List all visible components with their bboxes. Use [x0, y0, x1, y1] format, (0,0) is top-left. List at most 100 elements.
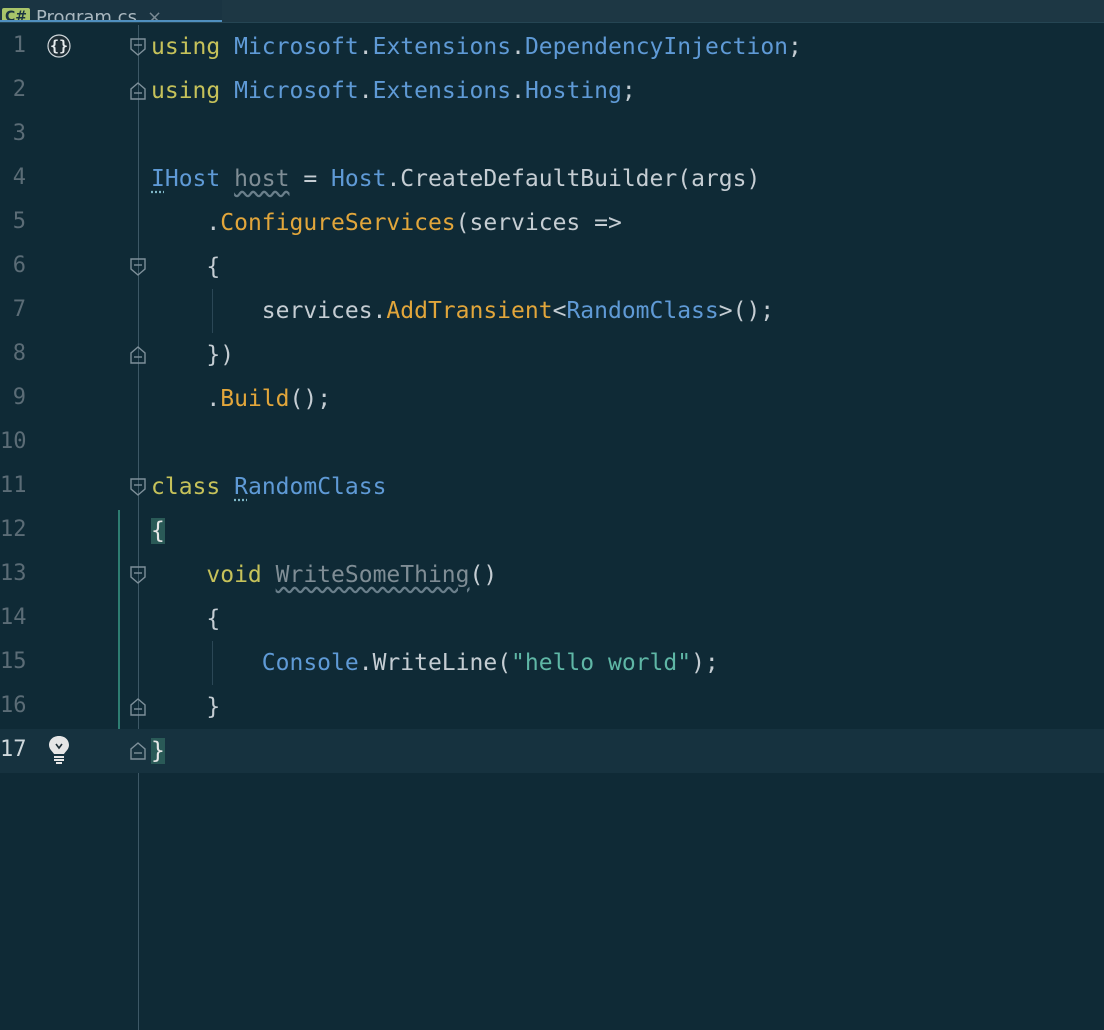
code-token: Console: [261, 650, 359, 676]
code-text[interactable]: class RandomClass: [151, 472, 386, 502]
code-token: "hello world": [511, 650, 692, 676]
code-line[interactable]: 13 void WriteSomeThing(): [0, 553, 1104, 597]
code-token: Extensions: [372, 78, 512, 104]
code-line[interactable]: 2 using Microsoft.Extensions.Hosting;: [0, 69, 1104, 113]
fold-collapse-icon[interactable]: [129, 565, 147, 585]
line-number: 5: [12, 209, 26, 234]
code-token: }: [151, 738, 165, 764]
fold-collapse-icon[interactable]: [129, 477, 147, 497]
code-text[interactable]: {: [151, 604, 220, 634]
code-token: AddTransient: [386, 298, 553, 324]
code-token: .CreateDefaultBuilder(args): [386, 166, 761, 192]
line-number: 11: [0, 473, 27, 498]
code-token: .: [151, 386, 221, 412]
code-text[interactable]: .ConfigureServices(services =>: [151, 208, 622, 238]
code-token: .: [358, 78, 373, 104]
code-text[interactable]: }): [151, 340, 234, 370]
code-text[interactable]: IHost host = Host.CreateDefaultBuilder(a…: [151, 164, 760, 194]
code-token: Host: [331, 166, 387, 192]
code-text[interactable]: {: [151, 516, 165, 546]
code-token: Hosting: [524, 78, 622, 104]
code-token: .: [511, 34, 525, 60]
editor-tab-bar: C# Program.cs ×: [0, 0, 1104, 23]
code-token: R: [234, 474, 248, 500]
code-token: ;: [788, 34, 802, 60]
line-number: 3: [12, 121, 26, 146]
line-number: 4: [12, 165, 26, 190]
code-line[interactable]: 10: [0, 421, 1104, 465]
code-token: }): [151, 342, 235, 368]
code-token: (services =>: [455, 210, 622, 236]
code-token: DependencyInjection: [524, 34, 789, 60]
code-token: (): [469, 562, 498, 588]
code-token: Build: [220, 386, 290, 412]
fold-collapse-icon[interactable]: [129, 257, 147, 277]
line-number: 8: [12, 341, 26, 366]
code-line[interactable]: 4 IHost host = Host.CreateDefaultBuilder(…: [0, 157, 1104, 201]
code-line[interactable]: 14 {: [0, 597, 1104, 641]
namespace-braces-icon[interactable]: {}: [46, 31, 72, 61]
code-text[interactable]: using Microsoft.Extensions.DependencyInj…: [151, 32, 802, 62]
code-text[interactable]: void WriteSomeThing(): [151, 560, 497, 590]
code-token: {: [151, 518, 165, 544]
code-editor[interactable]: 1 {} using Microsoft.Extensions.Dependency…: [0, 25, 1104, 1030]
code-token: {: [151, 254, 221, 280]
line-number: 2: [12, 77, 26, 102]
code-text[interactable]: }: [151, 736, 165, 766]
code-token: .: [151, 210, 221, 236]
code-text[interactable]: {: [151, 252, 220, 282]
code-token: ();: [289, 386, 332, 412]
code-token: >();: [718, 298, 775, 324]
line-number: 15: [0, 649, 27, 674]
code-token: using: [151, 34, 221, 60]
line-number: 10: [0, 429, 27, 454]
line-number: 7: [12, 297, 26, 322]
code-text[interactable]: services.AddTransient<RandomClass>();: [151, 296, 774, 326]
code-token: .: [358, 34, 373, 60]
code-line[interactable]: 5 .ConfigureServices(services =>: [0, 201, 1104, 245]
fold-end-icon[interactable]: [129, 697, 147, 717]
code-token: andomClass: [247, 474, 387, 500]
fold-collapse-icon[interactable]: [129, 37, 147, 57]
tab-program-cs[interactable]: C# Program.cs ×: [0, 0, 222, 22]
line-number: 17: [0, 737, 27, 762]
code-token: Extensions: [372, 34, 512, 60]
code-line[interactable]: 1 {} using Microsoft.Extensions.Dependency…: [0, 25, 1104, 69]
code-token: WriteSomeThing: [275, 562, 470, 588]
line-number: 13: [0, 561, 27, 586]
close-tab-icon[interactable]: ×: [147, 7, 162, 20]
line-number: 9: [12, 385, 26, 410]
tab-filename: Program.cs: [36, 7, 137, 22]
code-token: );: [691, 650, 719, 676]
fold-end-icon[interactable]: [129, 345, 147, 365]
code-line[interactable]: 11 class RandomClass: [0, 465, 1104, 509]
code-token: Host: [164, 166, 221, 192]
code-line[interactable]: 6 {: [0, 245, 1104, 289]
code-line[interactable]: 15 Console.WriteLine("hello world");: [0, 641, 1104, 685]
code-token: class: [151, 474, 221, 500]
code-text[interactable]: using Microsoft.Extensions.Hosting;: [151, 76, 636, 106]
code-token: I: [151, 166, 165, 192]
lightbulb-icon[interactable]: [46, 733, 72, 764]
code-line[interactable]: 16 }: [0, 685, 1104, 729]
code-token: .: [511, 78, 525, 104]
code-token: ConfigureServices: [220, 210, 456, 236]
code-line[interactable]: 3: [0, 113, 1104, 157]
code-text[interactable]: .Build();: [151, 384, 331, 414]
code-line[interactable]: 12 {: [0, 509, 1104, 553]
code-line[interactable]: 7 services.AddTransient<RandomClass>();: [0, 289, 1104, 333]
line-number: 1: [12, 33, 26, 58]
fold-end-icon[interactable]: [129, 741, 147, 761]
code-token: using: [151, 78, 221, 104]
fold-end-icon[interactable]: [129, 81, 147, 101]
code-text[interactable]: }: [151, 692, 220, 722]
code-line[interactable]: 9 .Build();: [0, 377, 1104, 421]
code-text[interactable]: Console.WriteLine("hello world");: [151, 648, 719, 678]
code-line[interactable]: 8 }): [0, 333, 1104, 377]
code-line[interactable]: 17}: [0, 729, 1104, 773]
